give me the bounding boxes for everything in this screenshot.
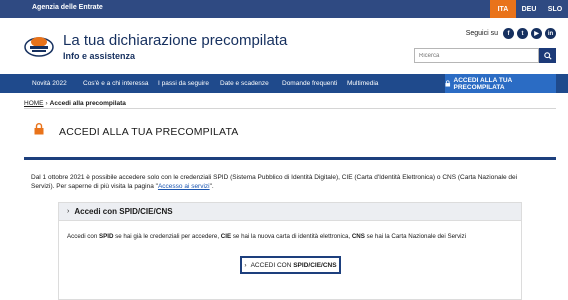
login-button-bold: SPID/CIE/CNS bbox=[293, 261, 337, 269]
desc-cns: CNS bbox=[351, 233, 365, 240]
nav-date[interactable]: Date e scadenze bbox=[220, 74, 269, 93]
search-box bbox=[414, 48, 556, 63]
twitter-icon[interactable]: t bbox=[517, 28, 528, 39]
nav-cose[interactable]: Cos'è e a chi interessa bbox=[83, 74, 149, 93]
breadcrumb-divider bbox=[24, 108, 556, 109]
site-subtitle: Info e assistenza bbox=[63, 51, 136, 61]
search-button[interactable] bbox=[539, 48, 556, 63]
desc-part: se hai già le credenziali per accedere, bbox=[113, 233, 221, 240]
intro-body: Dal 1 ottobre 2021 è possibile accedere … bbox=[31, 174, 518, 190]
desc-part: se hai la nuova carta di identità elettr… bbox=[231, 233, 352, 240]
intro-suffix: ". bbox=[209, 183, 214, 190]
lock-icon bbox=[445, 80, 451, 87]
search-input[interactable] bbox=[414, 48, 539, 63]
nav-novita[interactable]: Novità 2022 bbox=[32, 74, 67, 93]
nav-multimedia[interactable]: Multimedia bbox=[347, 74, 378, 93]
site-title[interactable]: La tua dichiarazione precompilata bbox=[63, 32, 287, 49]
site-header: La tua dichiarazione precompilata Info e… bbox=[0, 18, 568, 74]
desc-cie: CIE bbox=[220, 233, 232, 240]
login-button-label: ACCEDI CON SPID/CIE/CNS bbox=[251, 262, 337, 269]
desc-spid: SPID bbox=[99, 233, 114, 240]
social-links: Seguici su f t ▶ in bbox=[466, 28, 556, 39]
chevron-right-icon: › bbox=[244, 261, 247, 269]
lang-deu[interactable]: DEU bbox=[516, 0, 542, 18]
page-title: ACCEDI ALLA TUA PRECOMPILATA bbox=[59, 126, 239, 138]
login-nav-button[interactable]: ACCEDI ALLA TUA PRECOMPILATA bbox=[445, 74, 556, 93]
login-accordion: › Accedi con SPID/CIE/CNS Accedi con SPI… bbox=[58, 202, 522, 300]
access-services-link[interactable]: Accesso ai servizi bbox=[158, 183, 210, 190]
main-nav: Novità 2022 Cos'è e a chi interessa I pa… bbox=[0, 74, 568, 93]
desc-part: Accedi con bbox=[67, 233, 99, 240]
nav-passi[interactable]: I passi da seguire bbox=[158, 74, 209, 93]
login-spid-cie-cns-button[interactable]: › ACCEDI CON SPID/CIE/CNS bbox=[240, 256, 341, 274]
linkedin-icon[interactable]: in bbox=[545, 28, 556, 39]
nav-domande[interactable]: Domande frequenti bbox=[282, 74, 337, 93]
breadcrumb-home[interactable]: HOME bbox=[24, 100, 44, 107]
lang-ita[interactable]: ITA bbox=[490, 0, 516, 18]
accordion-header[interactable]: › Accedi con SPID/CIE/CNS bbox=[59, 203, 521, 221]
breadcrumb-separator: › bbox=[45, 100, 48, 107]
search-icon bbox=[543, 51, 552, 60]
lock-icon bbox=[34, 123, 44, 135]
agency-logo-icon[interactable] bbox=[24, 30, 54, 60]
intro-text: Dal 1 ottobre 2021 è possibile accedere … bbox=[31, 173, 541, 191]
breadcrumb-current: Accedi alla precompilata bbox=[49, 100, 126, 107]
accordion-description: Accedi con SPID se hai già le credenzial… bbox=[67, 233, 466, 240]
desc-part: se hai la Carta Nazionale dei Servizi bbox=[364, 233, 467, 240]
youtube-icon[interactable]: ▶ bbox=[531, 28, 542, 39]
breadcrumb: HOME › Accedi alla precompilata bbox=[24, 100, 126, 107]
lang-slo[interactable]: SLO bbox=[542, 0, 568, 18]
login-button-prefix: ACCEDI CON bbox=[250, 261, 294, 269]
login-nav-label: ACCEDI ALLA TUA PRECOMPILATA bbox=[453, 76, 513, 91]
language-switcher: ITA DEU SLO bbox=[490, 0, 568, 18]
title-divider bbox=[24, 157, 556, 160]
follow-label: Seguici su bbox=[465, 30, 498, 37]
accordion-title: Accedi con SPID/CIE/CNS bbox=[74, 207, 173, 216]
facebook-icon[interactable]: f bbox=[503, 28, 514, 39]
top-bar: Agenzia delle Entrate ITA DEU SLO bbox=[0, 0, 568, 18]
agency-link[interactable]: Agenzia delle Entrate bbox=[32, 4, 103, 11]
chevron-right-icon: › bbox=[67, 208, 70, 215]
